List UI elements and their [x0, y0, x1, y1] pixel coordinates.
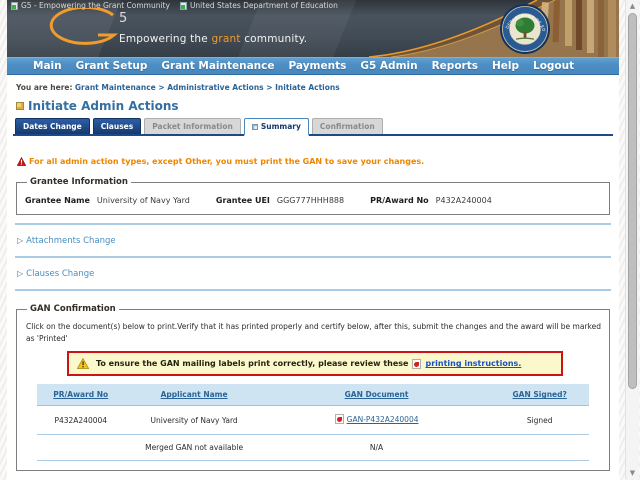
nav-item-main[interactable]: Main: [33, 60, 62, 72]
grantee-uei-label: Grantee UEI: [215, 196, 270, 205]
grantee-name-value: University of Navy Yard: [96, 196, 190, 205]
printing-instructions-alert: To ensure the GAN mailing labels print c…: [67, 351, 563, 377]
bookshelf-collage: [368, 0, 619, 57]
nav-item-payments[interactable]: Payments: [289, 60, 347, 72]
header-pr-award-no[interactable]: PR/Award No: [36, 384, 125, 407]
window-title-2: United States Department of Education: [179, 1, 338, 10]
warning-icon: [17, 157, 26, 166]
alert-text: To ensure the GAN mailing labels print c…: [96, 359, 409, 369]
table-row: P432A240004 University of Navy Yard GAN-…: [36, 405, 590, 436]
attachments-change-label: Attachments Change: [26, 236, 116, 246]
breadcrumb: You are here: Grant Maintenance > Admini…: [16, 83, 613, 92]
nav-item-grant-setup[interactable]: Grant Setup: [76, 60, 148, 72]
section-divider: [15, 223, 611, 225]
cell-gan-document: N/A: [263, 434, 490, 462]
table-row: Merged GAN not available N/A: [36, 434, 590, 462]
tab-bar: Dates Change Clauses Packet Information …: [13, 118, 613, 136]
page-icon: [179, 1, 187, 10]
cell-applicant: Merged GAN not available: [124, 434, 264, 462]
vertical-scrollbar[interactable]: ▲ ▼: [625, 0, 639, 479]
g5-logo: 5: [35, 5, 135, 56]
main-navigation: Main Grant Setup Grant Maintenance Payme…: [7, 57, 619, 75]
header-banner: G5 - Empowering the Grant Community Unit…: [7, 0, 619, 57]
page-title-text: Initiate Admin Actions: [28, 99, 179, 113]
attachments-change-expander[interactable]: ▷ Attachments Change: [17, 236, 613, 246]
cell-applicant: University of Navy Yard: [124, 405, 264, 436]
header-gan-signed[interactable]: GAN Signed?: [489, 384, 590, 407]
grantee-uei-value: GGG777HHH888: [276, 196, 345, 205]
pr-award-no-label: PR/Award No: [370, 196, 429, 205]
tab-confirmation: Confirmation: [311, 118, 383, 134]
nav-item-help[interactable]: Help: [492, 60, 519, 72]
clauses-change-label: Clauses Change: [26, 269, 95, 279]
page-icon: [11, 1, 18, 10]
svg-text:5: 5: [119, 11, 127, 26]
nav-item-logout[interactable]: Logout: [533, 60, 574, 72]
window-title-text: G5 - Empowering the Grant Community: [21, 1, 170, 10]
chevron-right-icon: ▷: [17, 269, 24, 278]
pdf-icon: [412, 358, 422, 369]
gan-documents-table: PR/Award No Applicant Name GAN Document …: [36, 384, 590, 462]
tab-dates-change[interactable]: Dates Change: [15, 118, 90, 134]
gan-confirmation-legend: GAN Confirmation: [30, 304, 116, 314]
header-gan-document[interactable]: GAN Document: [263, 384, 490, 407]
page-content: You are here: Grant Maintenance > Admini…: [7, 75, 619, 480]
form-icon: [16, 102, 24, 110]
tab-clauses[interactable]: Clauses: [92, 118, 142, 134]
breadcrumb-label: You are here:: [16, 83, 73, 92]
printing-instructions-link[interactable]: printing instructions.: [425, 359, 521, 368]
section-divider: [15, 256, 611, 258]
window-title-text: United States Department of Education: [189, 1, 338, 10]
warning-text: For all admin action types, except Other…: [29, 157, 425, 166]
nav-item-g5-admin[interactable]: G5 Admin: [360, 60, 417, 72]
table-header-row: PR/Award No Applicant Name GAN Document …: [36, 384, 590, 407]
grantee-information-row: Grantee Name University of Navy Yard Gra…: [25, 196, 601, 205]
gan-instructions: Click on the document(s) below to print.…: [26, 322, 601, 343]
window-title-1: G5 - Empowering the Grant Community: [11, 1, 170, 10]
print-gan-warning: For all admin action types, except Other…: [17, 157, 613, 166]
scrollbar-down-icon[interactable]: ▼: [626, 469, 639, 477]
gan-confirmation-section: GAN Confirmation Click on the document(s…: [16, 304, 610, 472]
section-divider: [15, 289, 611, 291]
nav-item-grant-maintenance[interactable]: Grant Maintenance: [161, 60, 274, 72]
summary-tab-icon: [251, 123, 258, 130]
tab-packet-information: Packet Information: [144, 118, 241, 134]
pdf-icon: [334, 414, 344, 425]
cell-gan-document: GAN-P432A240004: [263, 405, 490, 436]
cell-gan-signed: Signed: [489, 405, 590, 436]
alert-warning-icon: [77, 358, 89, 370]
grantee-information-section: Grantee Information Grantee Name Univers…: [16, 177, 610, 215]
tagline: Empowering the grant community.: [119, 33, 308, 45]
grantee-name-label: Grantee Name: [25, 196, 90, 205]
department-of-education-seal: DEPARTMENT OF EDUCATION: [497, 0, 551, 57]
tab-summary[interactable]: Summary: [243, 118, 309, 136]
header-applicant-name[interactable]: Applicant Name: [124, 384, 264, 407]
application-window: G5 - Empowering the Grant Community Unit…: [7, 0, 619, 480]
gan-document-link[interactable]: GAN-P432A240004: [347, 415, 419, 424]
scrollbar-up-icon[interactable]: ▲: [626, 2, 639, 10]
breadcrumb-path[interactable]: Grant Maintenance > Administrative Actio…: [75, 83, 340, 92]
cell-gan-signed: [489, 434, 590, 462]
cell-pr-award: [36, 434, 125, 462]
page-title: Initiate Admin Actions: [16, 99, 613, 113]
window-title-bar: G5 - Empowering the Grant Community Unit…: [11, 1, 338, 10]
nav-item-reports[interactable]: Reports: [432, 60, 478, 72]
tab-summary-label: Summary: [260, 122, 301, 131]
pr-award-no-value: P432A240004: [435, 196, 492, 205]
clauses-change-expander[interactable]: ▷ Clauses Change: [17, 269, 613, 279]
scrollbar-thumb[interactable]: [628, 13, 637, 389]
chevron-right-icon: ▷: [17, 236, 24, 245]
grantee-information-legend: Grantee Information: [30, 177, 128, 187]
cell-pr-award: P432A240004: [36, 405, 125, 436]
